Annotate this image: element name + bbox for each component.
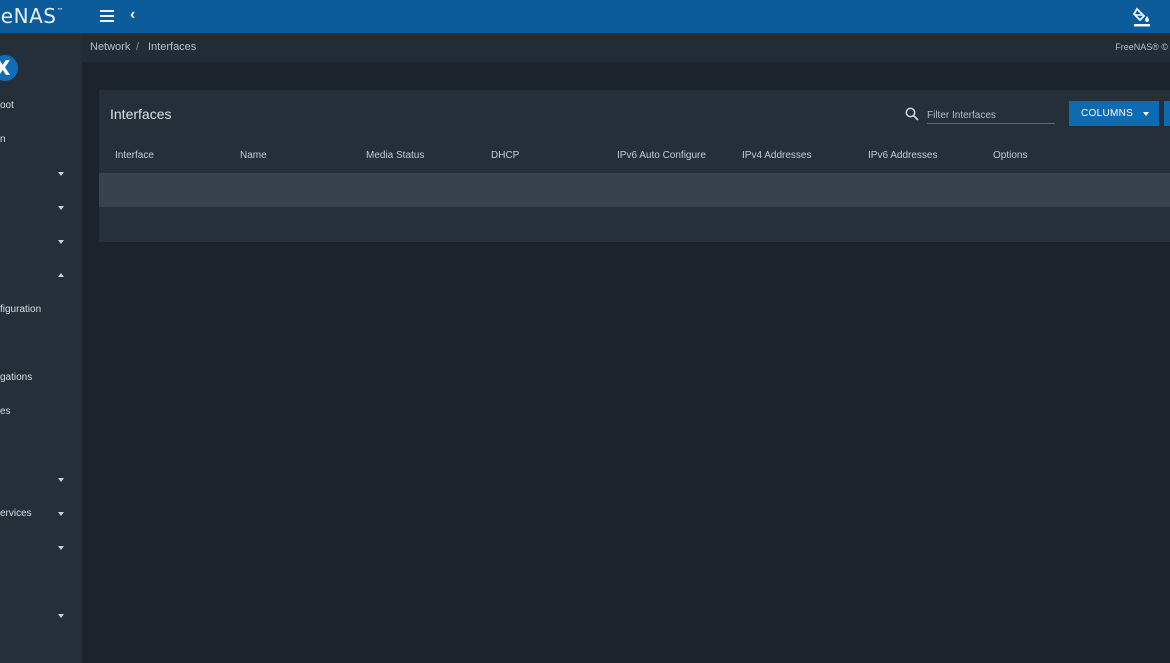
- column-header-ipv6-addresses[interactable]: IPv6 Addresses: [868, 150, 937, 161]
- chevron-down-icon[interactable]: [58, 206, 64, 210]
- sidebar: oot n figuration gations es ervices: [0, 33, 82, 663]
- columns-button[interactable]: COLUMNS: [1069, 101, 1159, 126]
- breadcrumb: Network / Interfaces FreeNAS® ©: [82, 33, 1170, 62]
- menu-icon[interactable]: [100, 10, 114, 22]
- breadcrumb-separator: /: [136, 41, 140, 53]
- paint-bucket-icon[interactable]: [1133, 7, 1151, 27]
- sidebar-item-n[interactable]: n: [0, 134, 6, 145]
- freenas-mark-icon: [0, 55, 18, 81]
- top-toolbar: eeNAS™ ‹: [0, 0, 1170, 33]
- chevron-down-icon[interactable]: [58, 478, 64, 482]
- breadcrumb-network[interactable]: Network: [90, 41, 130, 53]
- column-header-media-status[interactable]: Media Status: [366, 150, 424, 161]
- sidebar-item-reboot[interactable]: oot: [0, 100, 14, 111]
- column-header-name[interactable]: Name: [240, 150, 267, 161]
- table-row: [99, 173, 1170, 207]
- logo-trademark: ™: [56, 7, 64, 15]
- column-header-ipv6-auto-configure[interactable]: IPv6 Auto Configure: [617, 150, 706, 161]
- add-button[interactable]: [1164, 101, 1170, 126]
- chevron-down-icon[interactable]: [58, 240, 64, 244]
- chevron-down-icon: [1143, 112, 1149, 116]
- interfaces-card: Interfaces COLUMNS Interface Name Media …: [99, 90, 1170, 242]
- breadcrumb-current: Interfaces: [148, 41, 197, 53]
- chevron-down-icon[interactable]: [58, 546, 64, 550]
- column-header-dhcp[interactable]: DHCP: [491, 150, 519, 161]
- chevron-down-icon[interactable]: [58, 512, 64, 516]
- chevron-left-icon[interactable]: ‹: [130, 6, 135, 24]
- column-header-ipv4-addresses[interactable]: IPv4 Addresses: [742, 150, 811, 161]
- page-title: Interfaces: [110, 106, 172, 122]
- column-header-interface[interactable]: Interface: [115, 150, 154, 161]
- sidebar-item-directory-services[interactable]: ervices: [0, 508, 32, 519]
- chevron-up-icon[interactable]: [58, 273, 64, 277]
- table-footer: [99, 207, 1170, 242]
- columns-button-label: COLUMNS: [1081, 108, 1134, 119]
- table-header: Interface Name Media Status DHCP IPv6 Au…: [99, 139, 1170, 173]
- sidebar-item-global-configuration[interactable]: figuration: [0, 304, 41, 315]
- chevron-down-icon[interactable]: [58, 614, 64, 618]
- column-header-options[interactable]: Options: [993, 150, 1027, 161]
- sidebar-item-static-routes[interactable]: es: [0, 406, 11, 417]
- logo-text: eeNAS: [0, 4, 57, 28]
- freenas-logo[interactable]: eeNAS™: [0, 4, 64, 28]
- chevron-down-icon[interactable]: [58, 172, 64, 176]
- filter-input[interactable]: [927, 107, 1055, 124]
- sidebar-item-link-aggregations[interactable]: gations: [0, 372, 32, 383]
- copyright-text: FreeNAS® ©: [1115, 42, 1168, 52]
- search-icon: [905, 107, 919, 121]
